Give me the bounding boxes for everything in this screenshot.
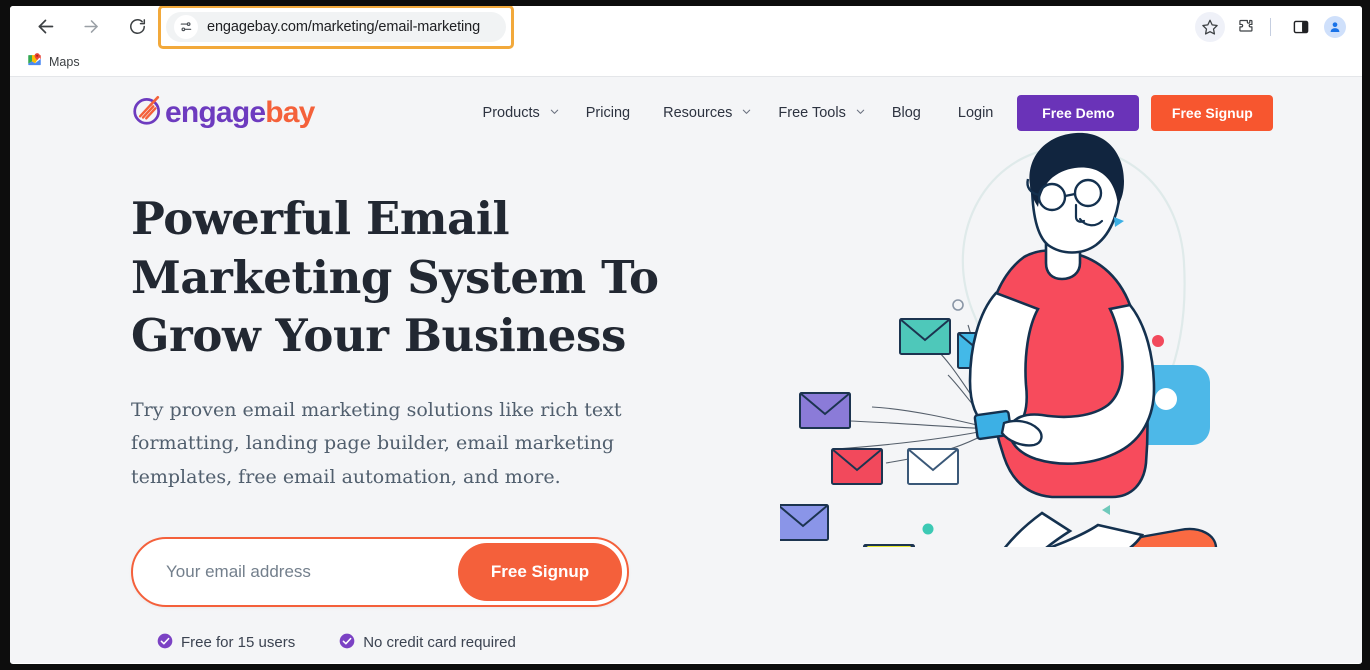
side-panel-button[interactable]: [1286, 12, 1316, 42]
tune-sliders-icon[interactable]: [174, 14, 198, 39]
chevron-down-icon: [855, 105, 866, 121]
envelope-white: [907, 448, 959, 485]
reload-button[interactable]: [122, 12, 152, 42]
omnibox-container: engagebay.com/marketing/email-marketing: [158, 6, 1189, 49]
toolbar-actions: [1189, 11, 1354, 42]
nav-label: Products: [482, 105, 540, 121]
back-arrow-icon: [35, 16, 56, 37]
screenshot-frame: engagebay.com/marketing/email-marketing: [0, 0, 1370, 670]
envelope-teal: [899, 318, 951, 355]
check-circle-icon: [157, 633, 173, 653]
accent-triangle-blue: [1114, 217, 1124, 227]
envelope-yellow: [863, 544, 915, 547]
reload-icon: [128, 17, 147, 36]
address-bar[interactable]: engagebay.com/marketing/email-marketing: [166, 11, 506, 42]
logo-text-engage: engage: [165, 96, 266, 129]
bookmark-star-icon: [1201, 18, 1219, 36]
nav-item-pricing[interactable]: Pricing: [586, 105, 630, 121]
nav-item-blog[interactable]: Blog: [892, 105, 921, 121]
browser-window: engagebay.com/marketing/email-marketing: [10, 6, 1362, 664]
free-signup-header-button[interactable]: Free Signup: [1151, 95, 1274, 131]
forward-button[interactable]: [76, 12, 106, 42]
free-signup-submit-button[interactable]: Free Signup: [458, 542, 622, 601]
toolbar-divider: [1270, 17, 1271, 36]
web-page: engagebay Products Pricing Resources Fre…: [10, 77, 1362, 663]
nav-item-resources[interactable]: Resources: [663, 105, 752, 121]
email-input[interactable]: [133, 538, 458, 605]
envelope-periwinkle: [780, 504, 829, 541]
person-sending-emails-illustration: [780, 127, 1250, 547]
engagebay-logo[interactable]: engagebay: [131, 94, 315, 132]
google-maps-icon: [27, 52, 42, 72]
logo-wordmark: engagebay: [165, 98, 315, 128]
bookmark-label: Maps: [49, 54, 80, 69]
chevron-down-icon: [549, 105, 560, 121]
header-cta-group: Free Demo Free Signup: [1017, 95, 1274, 131]
accent-triangle-teal: [1102, 505, 1110, 515]
hero-subtitle: Try proven email marketing solutions lik…: [131, 398, 622, 489]
envelope-red: [831, 448, 883, 485]
bookmark-maps[interactable]: Maps: [20, 49, 87, 75]
url-text: engagebay.com/marketing/email-marketing: [207, 18, 481, 35]
browser-toolbar: engagebay.com/marketing/email-marketing: [10, 6, 1362, 49]
back-button[interactable]: [30, 12, 60, 42]
forward-arrow-icon: [82, 17, 101, 36]
chevron-down-icon: [741, 105, 752, 121]
bubble-dot-3: [1155, 388, 1177, 410]
side-panel-icon: [1292, 18, 1310, 36]
bookmarks-bar: Maps: [10, 47, 1362, 77]
nav-label: Resources: [663, 105, 733, 121]
nav-item-login[interactable]: Login: [958, 105, 993, 121]
check-circle-icon: [339, 633, 355, 653]
assurance-free-users: Free for 15 users: [157, 633, 295, 653]
logo-text-bay: bay: [265, 96, 315, 129]
envelope-purple: [799, 392, 851, 429]
nav-item-products[interactable]: Products: [483, 105, 560, 121]
profile-avatar[interactable]: [1324, 15, 1346, 38]
hero-section: Powerful Email Marketing System To Grow …: [10, 132, 1362, 653]
extensions-puzzle-icon: [1237, 18, 1255, 36]
extensions-button[interactable]: [1231, 12, 1261, 42]
assurance-no-credit-card: No credit card required: [339, 633, 516, 653]
page-title: Powerful Email Marketing System To Grow …: [131, 192, 659, 362]
assurance-label: Free for 15 users: [181, 634, 296, 652]
bookmark-star-button[interactable]: [1195, 11, 1225, 42]
assurance-label: No credit card required: [363, 634, 516, 652]
nav-label: Pricing: [585, 105, 631, 121]
accent-circle-outline: [952, 299, 964, 311]
assurances-list: Free for 15 users No credit card require…: [131, 633, 661, 653]
accent-dot-red: [1152, 335, 1164, 347]
free-demo-button[interactable]: Free Demo: [1017, 95, 1140, 131]
nav-label: Login: [957, 105, 994, 121]
hero-content: Powerful Email Marketing System To Grow …: [131, 190, 661, 653]
accent-dot-teal: [922, 523, 934, 535]
nav-item-free-tools[interactable]: Free Tools: [778, 105, 865, 121]
main-navigation: Products Pricing Resources Free Tools Bl…: [483, 105, 1018, 121]
nav-label: Free Tools: [778, 105, 846, 121]
nav-label: Blog: [891, 105, 921, 121]
head: [1026, 132, 1124, 254]
email-signup-form: Free Signup: [131, 536, 629, 607]
legs: [1003, 511, 1145, 547]
engagebay-circle-mark-icon: [131, 94, 164, 132]
